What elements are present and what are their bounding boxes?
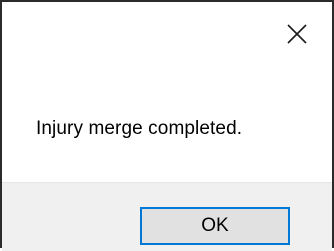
message-dialog: Injury merge completed. OK — [0, 0, 334, 251]
title-bar — [2, 2, 332, 66]
close-icon — [286, 23, 308, 45]
dialog-content: Injury merge completed. — [2, 66, 332, 182]
close-button[interactable] — [262, 2, 332, 66]
dialog-footer: OK — [2, 182, 332, 251]
ok-button[interactable]: OK — [140, 207, 290, 245]
dialog-message: Injury merge completed. — [36, 118, 243, 139]
